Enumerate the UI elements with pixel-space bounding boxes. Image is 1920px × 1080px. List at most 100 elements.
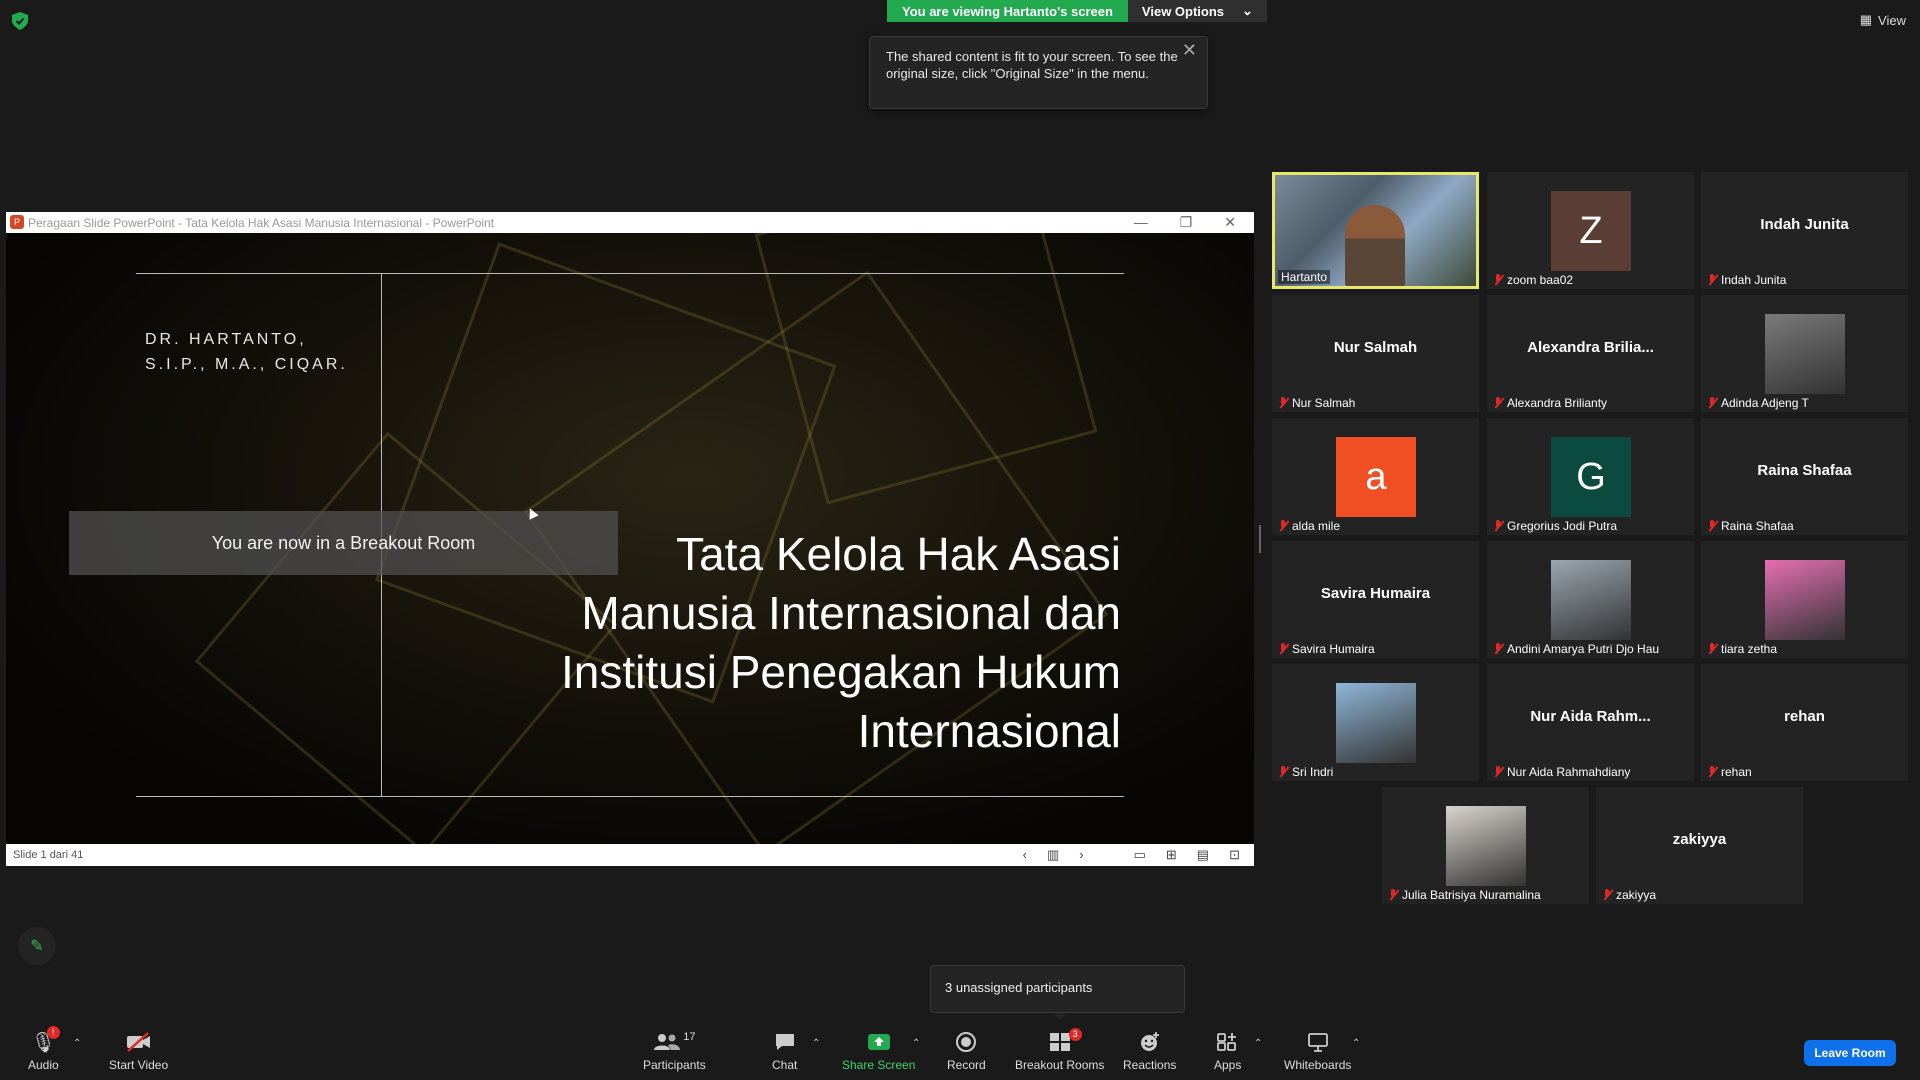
participant-tile[interactable]: Nur Aida Rahm... Nur Aida Rahmahdiany [1487,664,1694,781]
muted-mic-icon [1493,274,1503,286]
share-screen-label: Share Screen [842,1058,916,1072]
apps-options-caret[interactable]: ⌃ [1254,1038,1262,1049]
normal-view-icon[interactable]: ▭ [1134,844,1146,866]
muted-mic-icon [1278,766,1288,778]
slideshow-icon[interactable]: ⊡ [1229,844,1240,866]
record-button[interactable]: Record [947,1028,986,1076]
participant-tile[interactable]: Nur Salmah Nur Salmah [1272,295,1479,412]
view-options-button[interactable]: View Options ⌄ [1127,0,1267,22]
view-label: View [1878,12,1906,28]
unassigned-tooltip: 3 unassigned participants [930,965,1185,1020]
participant-tile[interactable]: Alexandra Brilia... Alexandra Brilianty [1487,295,1694,412]
security-shield-icon[interactable] [12,12,28,30]
participant-tile[interactable]: a alda mile [1272,418,1479,535]
participant-tile[interactable]: Julia Batrisiya Nuramalina [1382,787,1589,904]
participant-tile[interactable]: Adinda Adjeng T [1701,295,1908,412]
shared-screen: P Peragaan Slide PowerPoint - Tata Kelol… [6,212,1254,866]
chat-options-caret[interactable]: ⌃ [812,1038,820,1049]
avatar: G [1551,437,1631,517]
chevron-down-icon: ⌄ [1242,3,1253,18]
participant-name-tag: Hartanto [1278,270,1331,284]
participant-name-tag: Indah Junita [1707,273,1786,287]
reactions-button[interactable]: Reactions [1123,1028,1176,1076]
share-screen-button[interactable]: Share Screen [842,1028,915,1076]
minimize-icon[interactable]: — [1134,212,1148,233]
whiteboards-label: Whiteboards [1284,1058,1352,1072]
participant-tile[interactable]: G Gregorius Jodi Putra [1487,418,1694,535]
reading-view-icon[interactable]: ▤ [1197,844,1209,866]
participant-tile[interactable]: Raina Shafaa Raina Shafaa [1701,418,1908,535]
participant-name-tag: Adinda Adjeng T [1707,396,1809,410]
audio-button[interactable]: 🎙! Audio [28,1026,60,1076]
participant-name: Raina Shafaa [1721,519,1794,533]
participant-name-tag: zoom baa02 [1493,273,1573,287]
avatar-photo [1765,314,1845,394]
muted-mic-icon [1707,766,1717,778]
author-line: S.I.P., M.A., CIQAR. [145,356,348,373]
participant-name: Alexandra Brilianty [1507,396,1608,410]
muted-mic-icon [1278,643,1288,655]
breakout-badge: 3 [1068,1028,1082,1041]
close-window-icon[interactable]: ✕ [1224,212,1236,233]
participants-button[interactable]: 17 Participants [643,1028,706,1076]
participant-name-tag: Nur Salmah [1278,396,1355,410]
participant-name: Nur Aida Rahmahdiany [1507,765,1631,779]
record-icon [955,1028,977,1056]
participant-tile[interactable]: Andini Amarya Putri Djo Hau [1487,541,1694,658]
slide-menu-icon[interactable]: ▥ [1047,844,1059,866]
participant-tile[interactable]: rehan rehan [1701,664,1908,781]
participant-name: rehan [1721,765,1752,779]
slide: DR. HARTANTO, S.I.P., M.A., CIQAR. Tata … [6,233,1254,844]
leave-room-button[interactable]: Leave Room [1804,1040,1896,1066]
muted-mic-icon [1707,520,1717,532]
audio-options-caret[interactable]: ⌃ [73,1038,81,1049]
share-options-caret[interactable]: ⌃ [912,1038,920,1049]
participant-tile[interactable]: tiara zetha [1701,541,1908,658]
participant-name-tag: Alexandra Brilianty [1493,396,1607,410]
whiteboards-options-caret[interactable]: ⌃ [1352,1038,1360,1049]
next-slide-icon[interactable]: › [1079,844,1083,866]
participant-tile[interactable]: Indah Junita Indah Junita [1701,172,1908,289]
microphone-icon: 🎙! [31,1026,60,1056]
breakout-notice: You are now in a Breakout Room [69,511,618,575]
apps-button[interactable]: Apps [1214,1028,1241,1076]
prev-slide-icon[interactable]: ‹ [1023,844,1027,866]
view-layout-icon: ▦ [1859,12,1873,27]
view-button[interactable]: ▦ View [1860,12,1906,28]
participant-tile[interactable]: Sri Indri [1272,664,1479,781]
ppt-window-title: Peragaan Slide PowerPoint - Tata Kelola … [28,215,495,230]
whiteboards-button[interactable]: Whiteboards [1284,1028,1351,1076]
participant-name-tag: Raina Shafaa [1707,519,1794,533]
participant-name: zakiyya [1616,888,1657,902]
participant-display-name: Nur Salmah [1333,339,1418,356]
chat-button[interactable]: Chat [772,1028,797,1076]
avatar-photo [1551,560,1631,640]
participant-tile[interactable]: zakiyya zakiyya [1596,787,1803,904]
apps-icon [1216,1028,1239,1056]
start-video-button[interactable]: Start Video [109,1028,168,1076]
participants-icon: 17 [653,1028,695,1056]
muted-mic-icon [1707,397,1717,409]
sorter-view-icon[interactable]: ⊞ [1166,844,1177,866]
avatar-photo [1336,683,1416,763]
participant-tile[interactable]: Hartanto [1272,172,1479,289]
reactions-icon [1139,1028,1161,1056]
resize-handle[interactable] [1259,525,1261,553]
annotate-pencil-icon[interactable]: ✎ [18,927,56,965]
participant-name: Hartanto [1281,270,1328,284]
breakout-rooms-button[interactable]: 3 Breakout Rooms [1015,1028,1104,1076]
participant-name-tag: Andini Amarya Putri Djo Hau [1493,642,1659,656]
muted-mic-icon [1278,520,1288,532]
breakout-rooms-icon: 3 [1049,1028,1082,1056]
slide-author: DR. HARTANTO, S.I.P., M.A., CIQAR. [145,327,348,377]
restore-icon[interactable]: ❐ [1180,212,1193,233]
participant-name-tag: Savira Humaira [1278,642,1375,656]
breakout-rooms-label: Breakout Rooms [1015,1058,1105,1072]
slide-counter: Slide 1 dari 41 [13,849,84,861]
slide-rule [136,796,1124,797]
close-icon[interactable]: ✕ [1182,41,1197,59]
participant-tile[interactable]: Savira Humaira Savira Humaira [1272,541,1479,658]
participant-name: alda mile [1292,519,1341,533]
participant-display-name: Savira Humaira [1320,585,1431,602]
participant-tile[interactable]: Zzoom baa02 [1487,172,1694,289]
